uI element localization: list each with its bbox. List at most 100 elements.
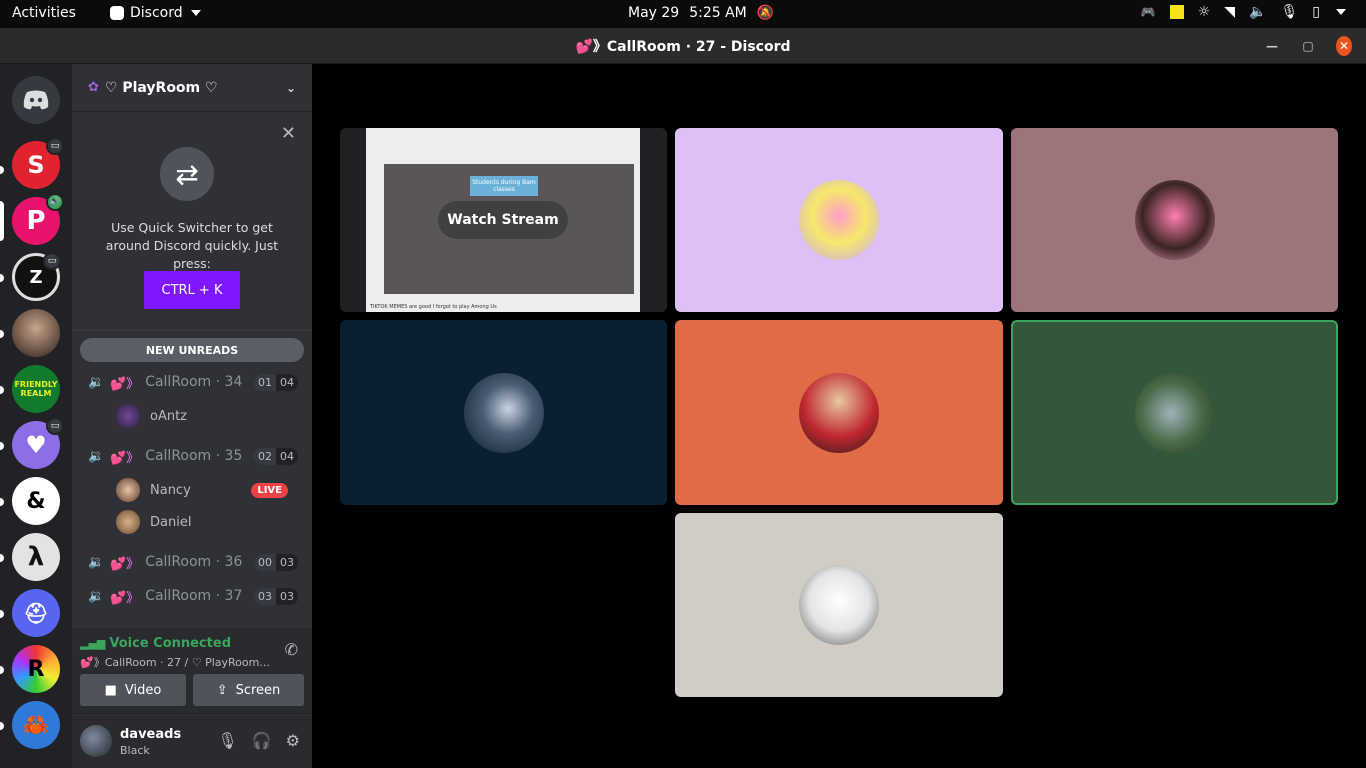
voice-location[interactable]: 💕》CallRoom · 27 / ♡ PlayRoom...: [80, 654, 270, 670]
signal-bars-icon: ▂▄▆: [80, 637, 106, 650]
avatar: [799, 565, 879, 645]
window-controls: — ▢ ✕: [1264, 36, 1352, 56]
unread-pill: [0, 330, 4, 338]
voice-member[interactable]: Nancy LIVE: [116, 478, 296, 502]
minimize-button[interactable]: —: [1264, 39, 1280, 53]
user-count: 03 03: [254, 587, 298, 605]
server-icon-rust[interactable]: R: [12, 645, 60, 693]
system-top-bar: Activities Discord May 29 5:25 AM 🔕 🎮 ☼ …: [0, 0, 1366, 28]
microphone-icon: 🎙: [1280, 4, 1299, 20]
participant-tile[interactable]: [675, 320, 1003, 505]
quick-switcher-text: Use Quick Switcher to get around Discord…: [105, 220, 279, 271]
server-icon-crab[interactable]: 🦀: [12, 701, 60, 749]
voice-status-label: Voice Connected: [109, 636, 232, 651]
quick-switcher-shortcut-button[interactable]: CTRL + K: [144, 271, 240, 309]
new-unreads-bar[interactable]: NEW UNREADS: [80, 338, 304, 362]
server-icon-s[interactable]: S ▭: [12, 137, 64, 189]
avatar: [116, 510, 140, 534]
participant-tile[interactable]: [340, 320, 667, 505]
voice-member[interactable]: oAntz: [116, 404, 296, 428]
headphones-icon[interactable]: 🎧: [252, 731, 272, 750]
switch-arrows-icon: ⇄: [160, 147, 214, 201]
chevron-down-icon: [190, 10, 201, 16]
stream-tile[interactable]: Students during Bam classes TIKTOK MEMES…: [340, 128, 667, 312]
member-name: oAntz: [150, 408, 188, 424]
custom-status: Black: [120, 744, 150, 757]
channel-sidebar: ✿ ♡ PlayRoom ♡ ⌄ ✕ ⇄ Use Quick Switcher …: [72, 64, 312, 768]
system-tray[interactable]: 🎮 ☼ ◥ 🔈 🎙 ▯: [1141, 4, 1346, 20]
video-button[interactable]: ■ Video: [80, 674, 186, 706]
server-icon-playroom[interactable]: P 🔊: [12, 193, 64, 245]
avatar: [1134, 180, 1215, 260]
hearts-icon: 💕》: [110, 450, 140, 466]
screen-share-icon: ▭: [43, 252, 61, 270]
participant-tile[interactable]: [1011, 128, 1338, 312]
avatar: [799, 372, 879, 453]
server-icon-anime[interactable]: [12, 309, 60, 357]
activities-button[interactable]: Activities: [12, 5, 76, 21]
voice-connection-panel: ▂▄▆ Voice Connected 💕》CallRoom · 27 / ♡ …: [72, 628, 312, 714]
server-icon-z[interactable]: Z ▭: [12, 252, 61, 301]
voice-channel[interactable]: 🔉 💕》 CallRoom · 35 02 04: [88, 443, 298, 469]
server-icon-lambda[interactable]: λ: [12, 533, 60, 581]
camera-icon: ■: [104, 682, 117, 698]
speaker-icon: 🔉: [88, 374, 105, 390]
hearts-icon: 💕》: [110, 556, 140, 572]
participant-tile-speaking[interactable]: [1011, 320, 1338, 505]
discord-logo-icon: [23, 90, 49, 110]
discord-home-button[interactable]: [12, 76, 60, 124]
unread-pill: [0, 274, 4, 282]
voice-channel[interactable]: 🔉 💕》 CallRoom · 37 03 03: [88, 583, 298, 609]
unread-pill: [0, 610, 4, 618]
channel-name: CallRoom · 35: [145, 448, 243, 464]
user-count: 02 04: [254, 447, 298, 465]
clock[interactable]: May 29 5:25 AM 🔕: [628, 5, 774, 21]
volume-icon: 🔈: [1249, 4, 1267, 20]
screen-share-icon: ▭: [46, 417, 64, 435]
voice-call-grid: Students during Bam classes TIKTOK MEMES…: [312, 64, 1366, 768]
screen-share-icon: ▭: [46, 137, 64, 155]
window-title: 💕》CallRoom · 27 - Discord: [575, 38, 791, 55]
server-icon-ampersand[interactable]: &: [12, 477, 60, 525]
user-controls: 🎙 🎧 ⚙: [217, 731, 300, 750]
server-icon-discord-builders[interactable]: ⛑: [12, 589, 60, 637]
window-title-bar: 💕》CallRoom · 27 - Discord — ▢ ✕: [0, 28, 1366, 64]
maximize-button[interactable]: ▢: [1300, 39, 1316, 53]
voice-status[interactable]: ▂▄▆ Voice Connected: [80, 636, 231, 651]
watch-stream-button[interactable]: Watch Stream: [438, 201, 568, 239]
app-menu[interactable]: Discord: [110, 5, 201, 21]
clock-time: 5:25 AM: [689, 5, 747, 21]
close-icon[interactable]: ✕: [281, 123, 296, 144]
channel-name: CallRoom · 36: [145, 554, 243, 570]
screen-share-button[interactable]: ⇪ Screen: [193, 674, 304, 706]
speaker-icon: 🔉: [88, 448, 105, 464]
voice-channel[interactable]: 🔉 💕》 CallRoom · 34 01 04: [88, 369, 298, 395]
server-header[interactable]: ✿ ♡ PlayRoom ♡ ⌄: [72, 64, 312, 112]
gear-icon[interactable]: ⚙: [286, 731, 300, 750]
speaker-icon: 🔉: [88, 554, 105, 570]
avatar[interactable]: [80, 725, 112, 757]
user-panel: daveads Black 🎙 🎧 ⚙: [72, 715, 312, 768]
notes-tray-icon[interactable]: [1169, 5, 1184, 19]
voice-member[interactable]: Daniel: [116, 510, 296, 534]
voice-channel[interactable]: 🔉 💕》 CallRoom · 36 00 03: [88, 549, 298, 575]
unread-pill: [0, 666, 4, 674]
server-icon-heart[interactable]: ♥ ▭: [12, 417, 64, 469]
participant-tile[interactable]: [675, 128, 1003, 312]
system-menu-chevron-icon[interactable]: [1336, 9, 1346, 15]
stream-footer: TIKTOK MEMES are good I forgot to play A…: [370, 304, 497, 310]
video-button-label: Video: [124, 682, 162, 698]
discord-app-icon: [110, 6, 124, 20]
notifications-off-icon: 🔕: [756, 5, 775, 21]
participant-tile[interactable]: [675, 513, 1003, 697]
quick-switcher-tip: ✕ ⇄ Use Quick Switcher to get around Dis…: [72, 113, 312, 331]
disconnect-icon[interactable]: ✆: [285, 640, 298, 659]
stream-caption: Students during Bam classes: [470, 176, 538, 196]
close-button[interactable]: ✕: [1336, 36, 1352, 56]
server-icon-friendly-realm[interactable]: FRIENDLY REALM: [12, 365, 60, 413]
microphone-icon[interactable]: 🎙: [217, 731, 237, 750]
member-name: Daniel: [150, 514, 192, 530]
discord-tray-icon[interactable]: 🎮: [1141, 5, 1156, 19]
speaker-icon: 🔉: [88, 588, 105, 604]
username[interactable]: daveads: [120, 727, 181, 742]
